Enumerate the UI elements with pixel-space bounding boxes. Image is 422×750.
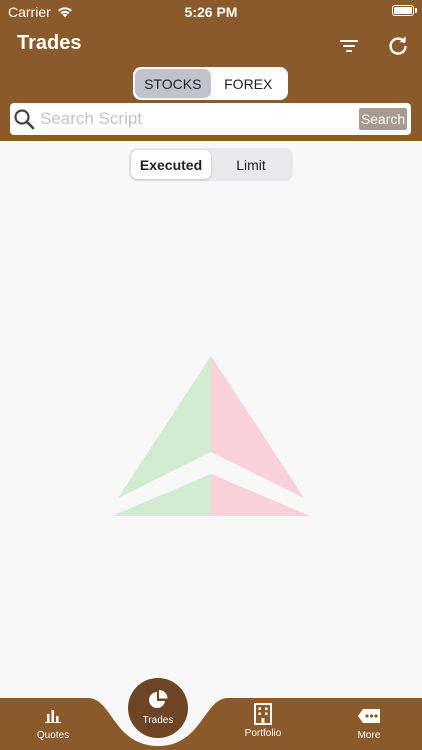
logo-lower-pink: [211, 474, 310, 516]
page-title: Trades: [17, 32, 82, 54]
building-icon: [254, 703, 272, 725]
filter-button[interactable]: [337, 34, 361, 58]
tab-quotes[interactable]: Quotes: [23, 706, 83, 741]
tab-bar: Quotes Trades Portfolio More: [0, 676, 422, 750]
market-segment-control: STOCKS FOREX: [133, 67, 288, 100]
logo-lower-green: [112, 474, 211, 516]
logo-upper-green: [118, 356, 211, 498]
header: Carrier 5:26 PM Trades STOCKS FOREX Sear…: [0, 0, 422, 141]
search-button[interactable]: Search: [359, 108, 407, 130]
trades-screen: Carrier 5:26 PM Trades STOCKS FOREX Sear…: [0, 0, 422, 750]
segment-executed[interactable]: Executed: [131, 150, 211, 179]
tab-more-label: More: [357, 730, 381, 741]
pie-chart-icon: [149, 690, 168, 708]
tab-portfolio-label: Portfolio: [244, 728, 282, 739]
bar-chart-icon: [45, 710, 61, 723]
status-bar: Carrier 5:26 PM: [0, 0, 422, 24]
search-input[interactable]: [40, 106, 360, 132]
search-bar: Search: [10, 103, 411, 135]
status-time: 5:26 PM: [184, 4, 238, 20]
tab-portfolio[interactable]: Portfolio: [233, 703, 293, 739]
search-icon: [14, 109, 35, 130]
logo-upper-pink: [211, 356, 304, 498]
app-logo: [112, 356, 310, 516]
battery-icon: [392, 5, 417, 16]
tab-trades-label: Trades: [142, 715, 174, 726]
tab-trades[interactable]: Trades: [128, 678, 188, 738]
ellipsis-tag-icon: [358, 709, 380, 723]
segment-limit[interactable]: Limit: [211, 150, 291, 179]
refresh-button[interactable]: [386, 34, 410, 58]
tab-more[interactable]: More: [339, 706, 399, 741]
filter-icon: [340, 40, 358, 52]
segment-stocks[interactable]: STOCKS: [135, 69, 211, 98]
segment-forex[interactable]: FOREX: [211, 69, 287, 98]
trade-segment-control: Executed Limit: [129, 148, 293, 181]
refresh-icon: [389, 36, 407, 55]
tab-quotes-label: Quotes: [36, 730, 70, 741]
